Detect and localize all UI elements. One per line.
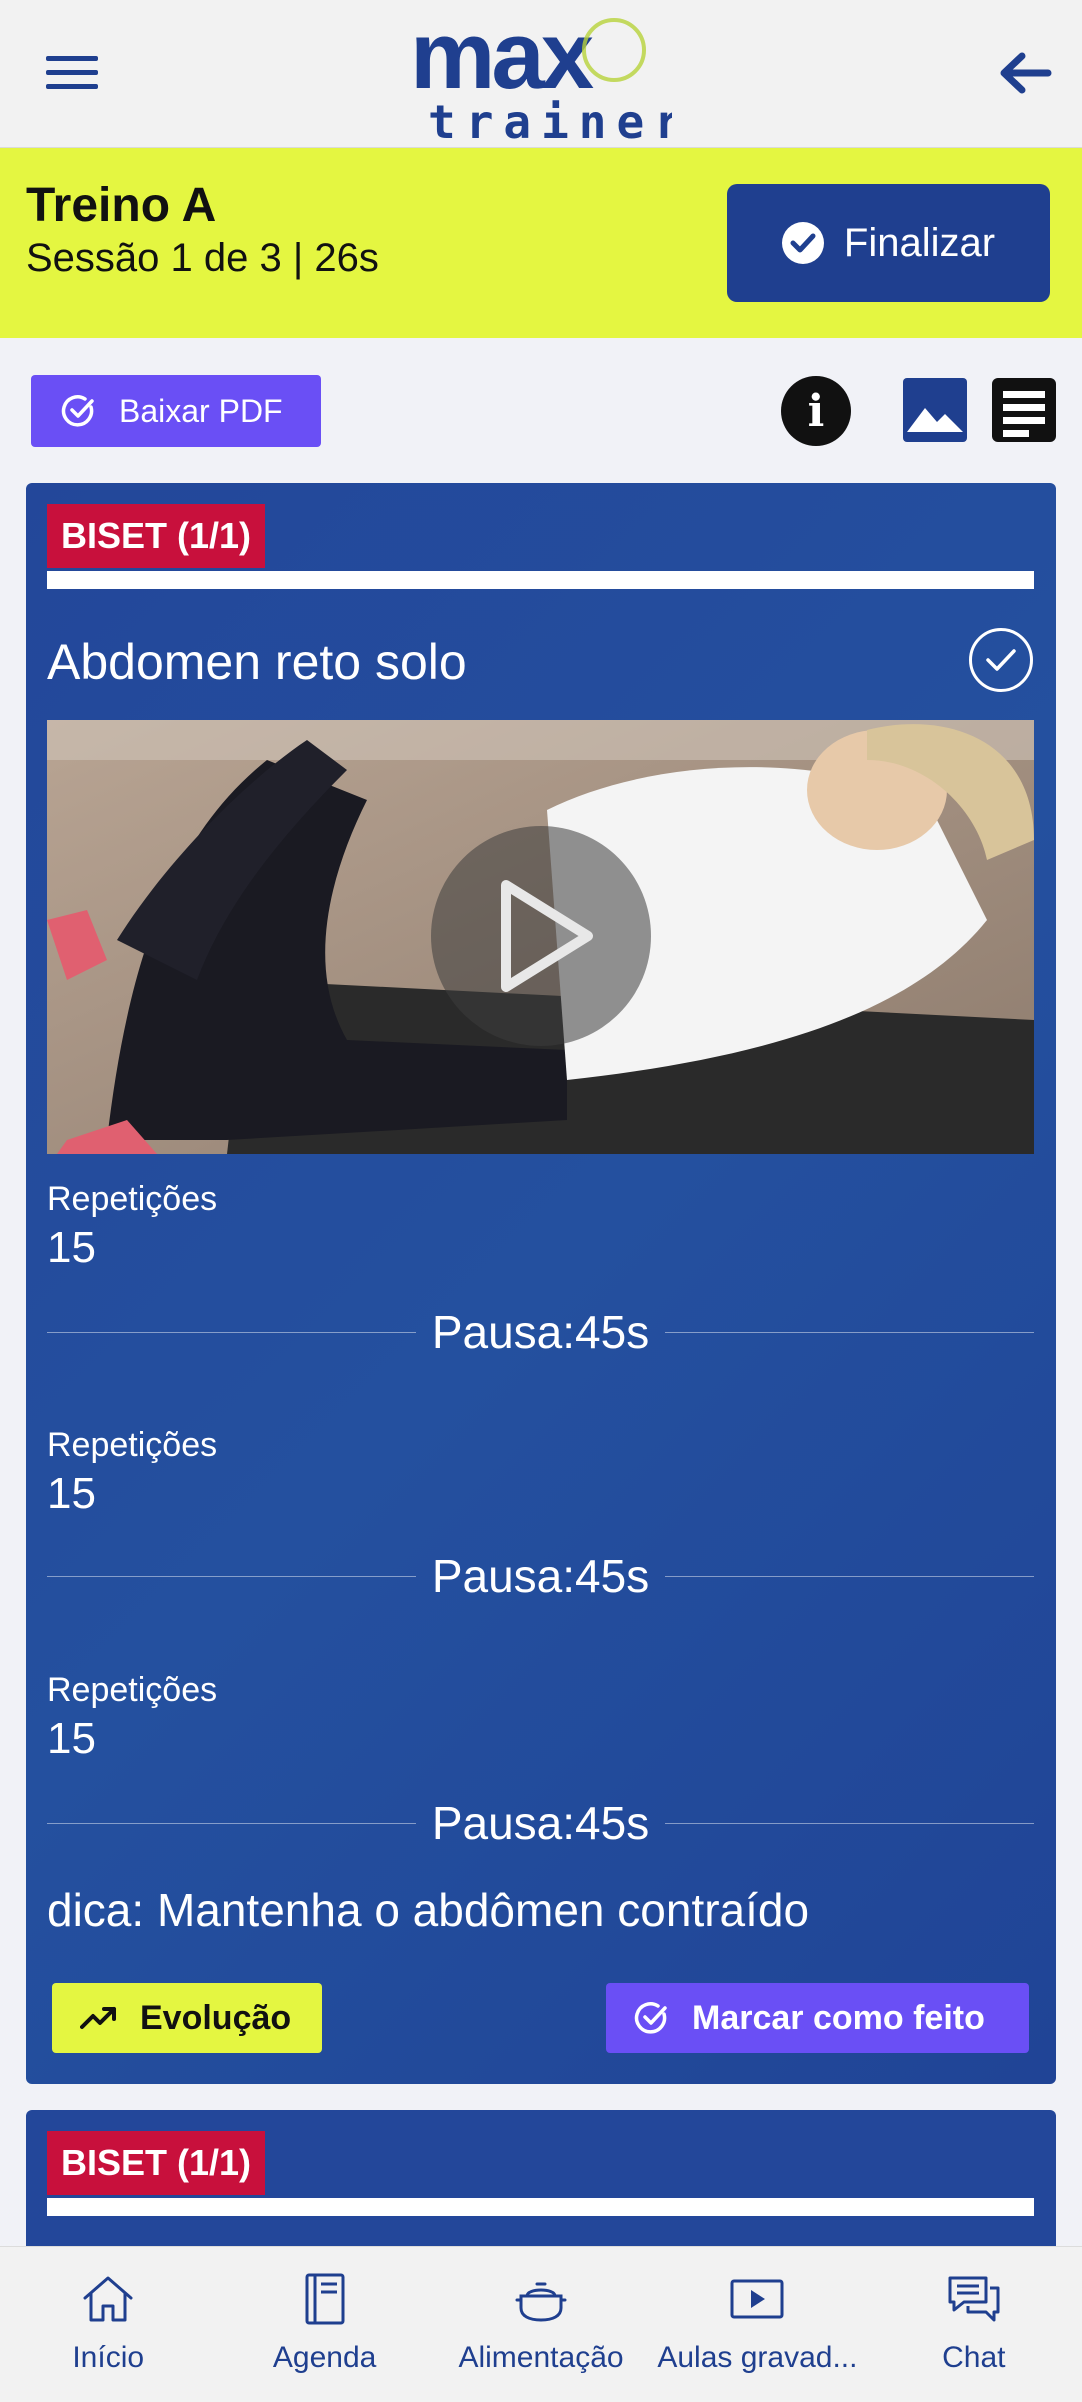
video-icon — [727, 2271, 787, 2327]
svg-text:trainer: trainer — [428, 95, 672, 144]
food-pot-icon — [511, 2271, 571, 2327]
play-icon[interactable] — [431, 826, 651, 1046]
max-trainer-logo: max trainer — [410, 6, 672, 144]
biset-badge: BISET (1/1) — [47, 2131, 266, 2195]
nav-item-alimentacao[interactable]: Alimentação — [433, 2247, 649, 2402]
nav-item-aulas-gravadas[interactable]: Aulas gravad... — [649, 2247, 865, 2402]
set-1-label: Repetições — [47, 1180, 218, 1218]
check-circle-icon — [781, 222, 824, 264]
menu-icon[interactable] — [46, 56, 98, 90]
set-2-reps: 15 — [47, 1469, 96, 1518]
book-icon — [295, 2271, 355, 2327]
set-2-label: Repetições — [47, 1426, 218, 1464]
nav-label-inicio: Início — [72, 2341, 145, 2374]
set-3-label: Repetições — [47, 1671, 218, 1709]
finish-button-label: Finalizar — [843, 220, 996, 265]
check-outline-icon — [634, 2002, 667, 2034]
chat-icon — [944, 2271, 1004, 2327]
exercise-card: BISET (1/1) Abdomen reto solo Repetições… — [26, 483, 1056, 2084]
exercise-name: Abdomen reto solo — [47, 634, 467, 690]
list-icon[interactable] — [992, 378, 1056, 442]
mark-done-label: Marcar como feito — [692, 1998, 985, 2037]
nav-item-inicio[interactable]: Início — [0, 2247, 216, 2402]
exercise-video[interactable] — [47, 720, 1034, 1154]
set-1-reps: 15 — [47, 1223, 96, 1272]
nav-label-agenda: Agenda — [272, 2341, 377, 2374]
download-pdf-label: Baixar PDF — [119, 392, 283, 429]
set-2-pause: Pausa:45s — [47, 1546, 1035, 1606]
download-pdf-button[interactable]: Baixar PDF — [31, 375, 321, 447]
evolution-button[interactable]: Evolução — [52, 1983, 322, 2053]
evolution-label: Evolução — [140, 1998, 292, 2037]
nav-label-chat: Chat — [942, 2341, 1006, 2374]
back-arrow-icon[interactable] — [996, 48, 1052, 98]
check-outline-icon — [61, 395, 94, 427]
nav-label-alimentacao: Alimentação — [458, 2341, 624, 2374]
set-3-reps: 15 — [47, 1714, 96, 1763]
progress-bar — [47, 571, 1034, 589]
app-top-bar: max trainer — [0, 0, 1082, 148]
image-icon[interactable] — [903, 378, 967, 442]
info-icon[interactable]: i — [781, 376, 851, 446]
workout-header: Treino A Sessão 1 de 3 | 26s Finalizar — [0, 148, 1082, 338]
set-1-pause: Pausa:45s — [47, 1302, 1035, 1362]
biset-badge: BISET (1/1) — [47, 504, 266, 568]
trending-up-icon — [80, 2007, 116, 2029]
workout-title: Treino A — [26, 179, 217, 232]
nav-label-aulas-gravadas: Aulas gravad... — [657, 2341, 858, 2374]
progress-bar — [47, 2198, 1034, 2216]
bottom-navigation: Início Agenda Alimentação Aulas gravad..… — [0, 2246, 1082, 2402]
session-info: Sessão 1 de 3 | 26s — [26, 236, 379, 280]
mark-done-button[interactable]: Marcar como feito — [606, 1983, 1029, 2053]
nav-item-agenda[interactable]: Agenda — [216, 2247, 432, 2402]
finish-button[interactable]: Finalizar — [727, 184, 1050, 302]
exercise-tip: dica: Mantenha o abdômen contraído — [47, 1884, 810, 1936]
home-icon — [78, 2271, 138, 2327]
nav-item-chat[interactable]: Chat — [866, 2247, 1082, 2402]
exercise-done-check-icon[interactable] — [969, 628, 1033, 692]
svg-text:max: max — [410, 6, 594, 109]
set-3-pause: Pausa:45s — [47, 1793, 1035, 1853]
